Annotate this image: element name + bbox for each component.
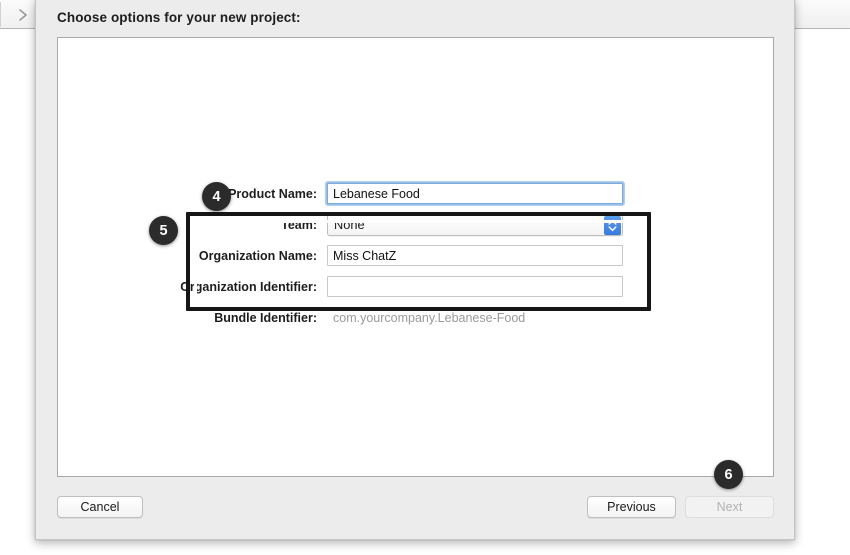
annotation-group-outline (186, 212, 651, 311)
next-button[interactable]: Next (685, 496, 774, 518)
product-name-input[interactable]: Lebanese Food (325, 181, 625, 206)
bundle-identifier-label: Bundle Identifier: (214, 310, 317, 325)
annotation-badge-4: 4 (202, 182, 231, 211)
bundle-identifier-value: com.yourcompany.Lebanese-Food (333, 310, 526, 325)
toolbar-divider (0, 2, 1, 27)
annotation-badge-5: 5 (149, 216, 178, 245)
annotation-badge-6: 6 (714, 460, 743, 489)
product-name-label: Product Name: (228, 186, 317, 201)
chevron-right-icon[interactable] (8, 4, 38, 25)
product-name-row: Product Name: Lebanese Food (58, 178, 775, 209)
annotation-group-outline-inner (194, 220, 643, 303)
previous-button[interactable]: Previous (587, 496, 676, 518)
sheet-title: Choose options for your new project: (57, 10, 301, 25)
cancel-button[interactable]: Cancel (57, 496, 143, 518)
